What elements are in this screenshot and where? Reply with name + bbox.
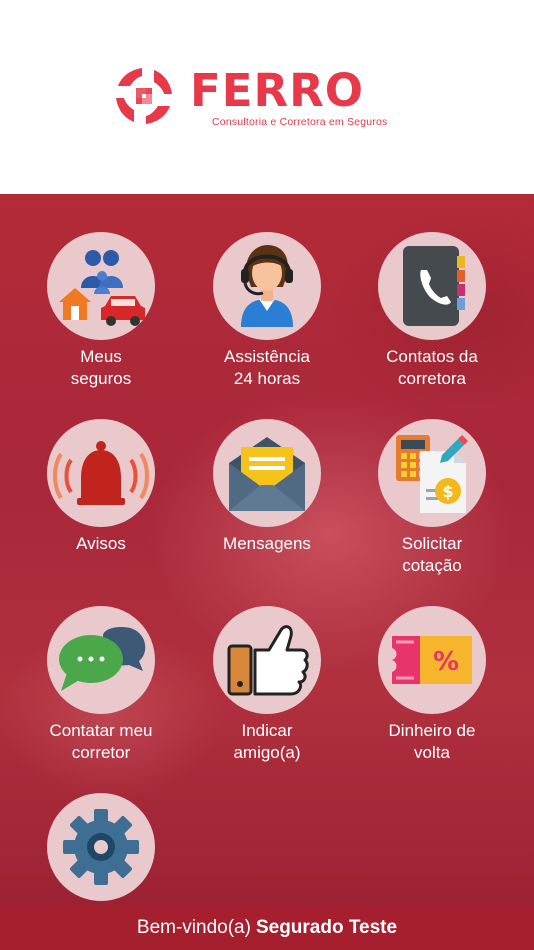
menu-item-icon-circle — [213, 232, 321, 340]
svg-text:$: $ — [442, 482, 453, 501]
user-name: Segurado Teste — [255, 916, 398, 938]
menu-item-cotacao[interactable]: $ Solicitar cotação — [352, 419, 512, 589]
menu-item-icon-circle — [47, 232, 155, 340]
menu-item-assistencia[interactable]: Assistência 24 horas — [187, 232, 347, 402]
menu-item-label: Dinheiro de volta — [388, 721, 476, 762]
menu-item-mensagens[interactable]: Mensagens — [187, 419, 347, 589]
app-header: FERRO Consultoria e Corretora em Seguros — [0, 0, 534, 194]
menu-item-avisos[interactable]: Avisos — [21, 419, 181, 589]
gear-icon — [63, 809, 139, 885]
menu-item-label: Meus seguros — [70, 347, 132, 388]
menu-item-icon-circle: $ — [378, 419, 486, 527]
calculator-quote-icon: $ — [396, 435, 468, 513]
welcome-greeting: Bem-vindo(a) — [136, 916, 251, 938]
welcome-bar: Bem-vindo(a) Segurado Teste — [0, 905, 534, 950]
menu-item-icon-circle — [213, 606, 321, 714]
menu-item-label: Contatar meu corretor — [49, 721, 153, 762]
headset-agent-icon — [241, 245, 293, 327]
menu-item-label: Indicar amigo(a) — [233, 721, 301, 762]
svg-text:%: % — [433, 647, 459, 677]
menu-item-icon-circle — [378, 232, 486, 340]
menu-item-icon-circle: % — [378, 606, 486, 714]
phone-book-icon — [403, 246, 465, 326]
menu-item-label: Mensagens — [223, 534, 311, 553]
thumbs-up-icon — [227, 625, 309, 696]
discount-ticket-icon: % — [392, 636, 472, 684]
menu-item-icon-circle — [47, 606, 155, 714]
menu-item-meus-seguros[interactable]: Meus seguros — [21, 232, 181, 402]
menu-item-label: Contatos da corretora — [386, 347, 478, 388]
menu-item-label: Solicitar cotação — [401, 534, 463, 575]
menu-item-dinheiro-volta[interactable]: % Dinheiro de volta — [352, 606, 512, 776]
menu-item-label: Assistência 24 horas — [224, 347, 310, 388]
envelope-icon — [229, 437, 305, 511]
menu-item-contatos[interactable]: Contatos da corretora — [352, 232, 512, 402]
brand-name: FERRO — [190, 64, 365, 117]
menu-item-contatar-corretor[interactable]: Contatar meu corretor — [21, 606, 181, 776]
chat-bubbles-icon — [59, 627, 146, 691]
ferro-logo: FERRO Consultoria e Corretora em Seguros — [112, 64, 424, 128]
menu-item-icon-circle — [213, 419, 321, 527]
menu-item-icon-circle — [47, 419, 155, 527]
ferro-emblem-icon — [116, 68, 172, 124]
menu-item-indicar-amigo[interactable]: Indicar amigo(a) — [187, 606, 347, 776]
menu-item-icon-circle — [47, 793, 155, 901]
brand-tagline: Consultoria e Corretora em Seguros — [212, 116, 388, 128]
family-house-car-icon — [59, 250, 145, 326]
menu-item-label: Avisos — [76, 534, 126, 553]
alarm-bell-icon — [53, 441, 149, 505]
menu-item-configuracoes[interactable] — [21, 793, 181, 905]
menu-grid: Meus seguros Assistência 24 horas Contat… — [0, 194, 534, 905]
